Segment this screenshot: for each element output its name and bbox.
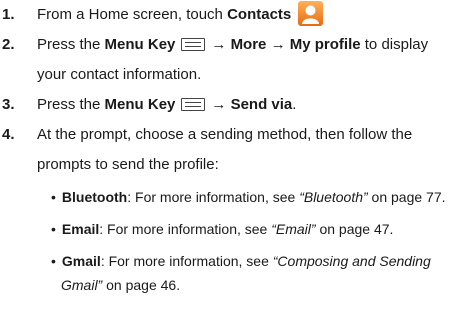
bullet-title: Gmail [61,253,101,269]
cross-reference-link[interactable]: “Bluetooth” [299,189,367,205]
arrow-icon: → [211,96,227,113]
step-text-line2: your contact information. [37,66,202,83]
step-text: At the prompt, choose a sending method, … [37,126,413,143]
menu-key-icon [181,38,206,51]
bullet-text: : For more information, see [100,253,273,269]
page-reference: on page 46. [102,277,181,293]
step-number: 2. [2,36,15,53]
step-text: Press the Menu Key → Send via. [37,90,461,120]
step-text-post: to display [360,36,429,53]
bullet-title: Bluetooth [61,189,128,205]
bullet-bluetooth: • Bluetooth: For more information, see “B… [51,186,446,208]
bullet-text: : For more information, see [127,189,300,205]
bullet-title: Email [61,221,100,237]
step-text-pre: Press the [37,96,105,113]
step-bold: Contacts [227,6,292,23]
step-text: From a Home screen, touch Contacts [37,0,461,30]
bullet-gmail: • Gmail: For more information, see “Compo… [51,250,431,272]
bullet-icon: • [51,221,56,237]
step-text-post: . [292,96,297,113]
step-text-line2: prompts to send the profile: [37,156,219,173]
more-label: More [230,36,267,53]
step-text-pre: Press the [37,36,105,53]
send-via-label: Send via [230,96,293,113]
menu-key-label: Menu Key [104,36,176,53]
step-text-pre: From a Home screen, touch [37,6,228,23]
cross-reference-link[interactable]: “Email” [271,221,315,237]
bullet-icon: • [51,253,56,269]
step-number: 1. [2,6,15,23]
step-number: 3. [2,96,15,113]
bullet-text: : For more information, see [99,221,272,237]
my-profile-label: My profile [289,36,361,53]
bullet-email: • Email: For more information, see “Email… [51,218,393,240]
bullet-icon: • [51,189,56,205]
step-number: 4. [2,126,15,143]
menu-key-label: Menu Key [104,96,176,113]
cross-reference-link[interactable]: Gmail” [61,277,102,293]
manual-page: 1. From a Home screen, touch Contacts 2.… [0,0,464,310]
menu-key-icon [181,98,206,111]
arrow-icon: → [211,36,227,53]
step-text: Press the Menu Key → More → My profile to… [37,30,461,60]
arrow-icon: → [270,36,286,53]
cross-reference-link[interactable]: “Composing and Sending [273,253,431,269]
bullet-gmail-line2: Gmail” on page 46. [61,274,180,296]
contacts-app-icon [297,0,324,27]
page-reference: on page 47. [315,221,394,237]
page-reference: on page 77. [367,189,446,205]
